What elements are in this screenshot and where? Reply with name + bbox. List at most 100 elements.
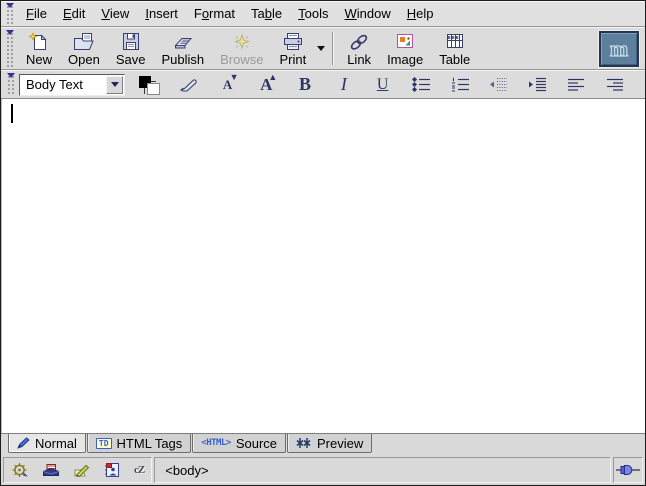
composer-window: File Edit View Insert Format Table Tools… (0, 0, 646, 486)
bold-icon: B (299, 74, 311, 95)
tab-preview[interactable]: Preview (287, 434, 372, 453)
outdent-button[interactable] (487, 72, 511, 98)
menu-view[interactable]: View (93, 2, 137, 25)
svg-text:m: m (610, 36, 628, 61)
bullet-list-button[interactable] (409, 72, 433, 98)
menu-label-part: F (194, 6, 202, 21)
html-source-icon: <HTML> (201, 438, 231, 448)
table-icon (444, 31, 466, 52)
menu-label-part: nsert (149, 6, 178, 21)
composer-icon[interactable] (73, 462, 91, 478)
menu-mnemonic: V (101, 6, 109, 21)
align-left-button[interactable] (564, 72, 588, 98)
pen-icon (179, 77, 199, 92)
arrow-down-icon: ▼ (230, 73, 239, 81)
menu-file[interactable]: File (18, 2, 55, 25)
menu-edit[interactable]: Edit (55, 2, 93, 25)
increase-font-button[interactable]: A ▲ (254, 72, 278, 98)
text-color-picker[interactable] (138, 74, 162, 96)
tab-source[interactable]: <HTML> Source (192, 434, 286, 453)
navigator-icon[interactable] (11, 462, 29, 478)
publish-icon (171, 31, 195, 52)
new-button[interactable]: New (19, 28, 59, 69)
mozilla-m-icon: m (605, 36, 633, 62)
chevron-down-icon (111, 82, 119, 87)
menu-table[interactable]: Table (243, 2, 290, 25)
image-button[interactable]: Image (380, 28, 430, 69)
align-right-button[interactable] (603, 72, 627, 98)
address-book-icon[interactable] (104, 462, 121, 478)
background-color-swatch[interactable] (147, 83, 160, 95)
tab-normal[interactable]: Normal (8, 434, 86, 453)
new-button-label: New (26, 52, 52, 67)
chatzilla-icon[interactable]: cZ (134, 464, 144, 476)
menu-label-part: indow (357, 6, 391, 21)
tab-source-label: Source (236, 436, 277, 451)
menu-format[interactable]: Format (186, 2, 243, 25)
table-button[interactable]: Table (432, 28, 477, 69)
component-bar: cZ (3, 457, 152, 483)
indent-icon (528, 77, 547, 92)
link-chain-icon (348, 31, 370, 52)
print-button-label: Print (279, 52, 306, 67)
combo-dropdown-button[interactable] (106, 76, 123, 94)
menubar-grippy[interactable] (5, 3, 15, 24)
tab-normal-label: Normal (35, 436, 77, 451)
menu-label-part: ile (34, 6, 47, 21)
decrease-font-button[interactable]: A ▼ (216, 72, 240, 98)
format-toolbar-grippy[interactable] (6, 73, 16, 96)
align-right-icon (606, 78, 624, 92)
print-dropdown-arrow[interactable] (314, 32, 327, 66)
highlight-pen-button[interactable] (177, 72, 201, 98)
format-icons-group: A ▼ A ▲ B I U (162, 71, 642, 98)
tab-html-tags[interactable]: TD HTML Tags (87, 434, 191, 453)
open-button[interactable]: Open (61, 28, 107, 69)
new-page-icon (28, 31, 50, 52)
menu-window[interactable]: Window (337, 2, 399, 25)
underline-button[interactable]: U (371, 72, 395, 98)
browse-button: Browse (213, 28, 270, 69)
publish-button[interactable]: Publish (154, 28, 211, 69)
statusbar: cZ <body> (1, 455, 645, 485)
element-path-value: <body> (165, 463, 208, 478)
indent-button[interactable] (526, 72, 550, 98)
main-toolbar: New Open Save Publish Browse (1, 27, 645, 70)
bullet-list-icon (412, 77, 431, 92)
menu-insert[interactable]: Insert (137, 2, 186, 25)
paragraph-format-select[interactable]: Body Text (19, 74, 125, 96)
menubar: File Edit View Insert Format Table Tools… (1, 1, 645, 27)
mail-icon[interactable] (42, 462, 60, 478)
main-toolbar-grippy[interactable] (5, 30, 15, 67)
toolbar-separator (332, 32, 334, 65)
editor-canvas[interactable] (1, 99, 645, 433)
pencil-icon (17, 437, 30, 449)
paragraph-format-value: Body Text (26, 77, 83, 92)
numbered-list-button[interactable] (448, 72, 472, 98)
online-status[interactable] (613, 457, 643, 483)
tab-preview-label: Preview (317, 436, 363, 451)
td-tag-icon: TD (96, 438, 112, 449)
print-button[interactable]: Print (272, 28, 313, 69)
element-path-bar[interactable]: <body> (154, 457, 611, 483)
menu-mnemonic: E (63, 6, 72, 21)
menu-label-part: dit (72, 6, 86, 21)
menu-tools[interactable]: Tools (290, 2, 336, 25)
menu-help[interactable]: Help (399, 2, 442, 25)
bold-button[interactable]: B (293, 72, 317, 98)
menu-label-part: le (272, 6, 282, 21)
publish-button-label: Publish (161, 52, 204, 67)
browse-button-label: Browse (220, 52, 263, 67)
swatch-tick (151, 81, 156, 82)
link-button[interactable]: Link (340, 28, 378, 69)
print-icon (282, 31, 304, 52)
menu-label-part: ools (305, 6, 329, 21)
save-floppy-icon (121, 31, 141, 52)
save-button[interactable]: Save (109, 28, 153, 69)
italic-button[interactable]: I (332, 72, 356, 98)
throbber-logo[interactable]: m (599, 31, 639, 67)
format-toolbar: Body Text A ▼ A ▲ B I (1, 70, 645, 99)
chevron-down-icon (317, 46, 325, 51)
preview-icon (296, 437, 312, 449)
align-left-icon (567, 78, 585, 92)
menu-label-part: rmat (209, 6, 235, 21)
